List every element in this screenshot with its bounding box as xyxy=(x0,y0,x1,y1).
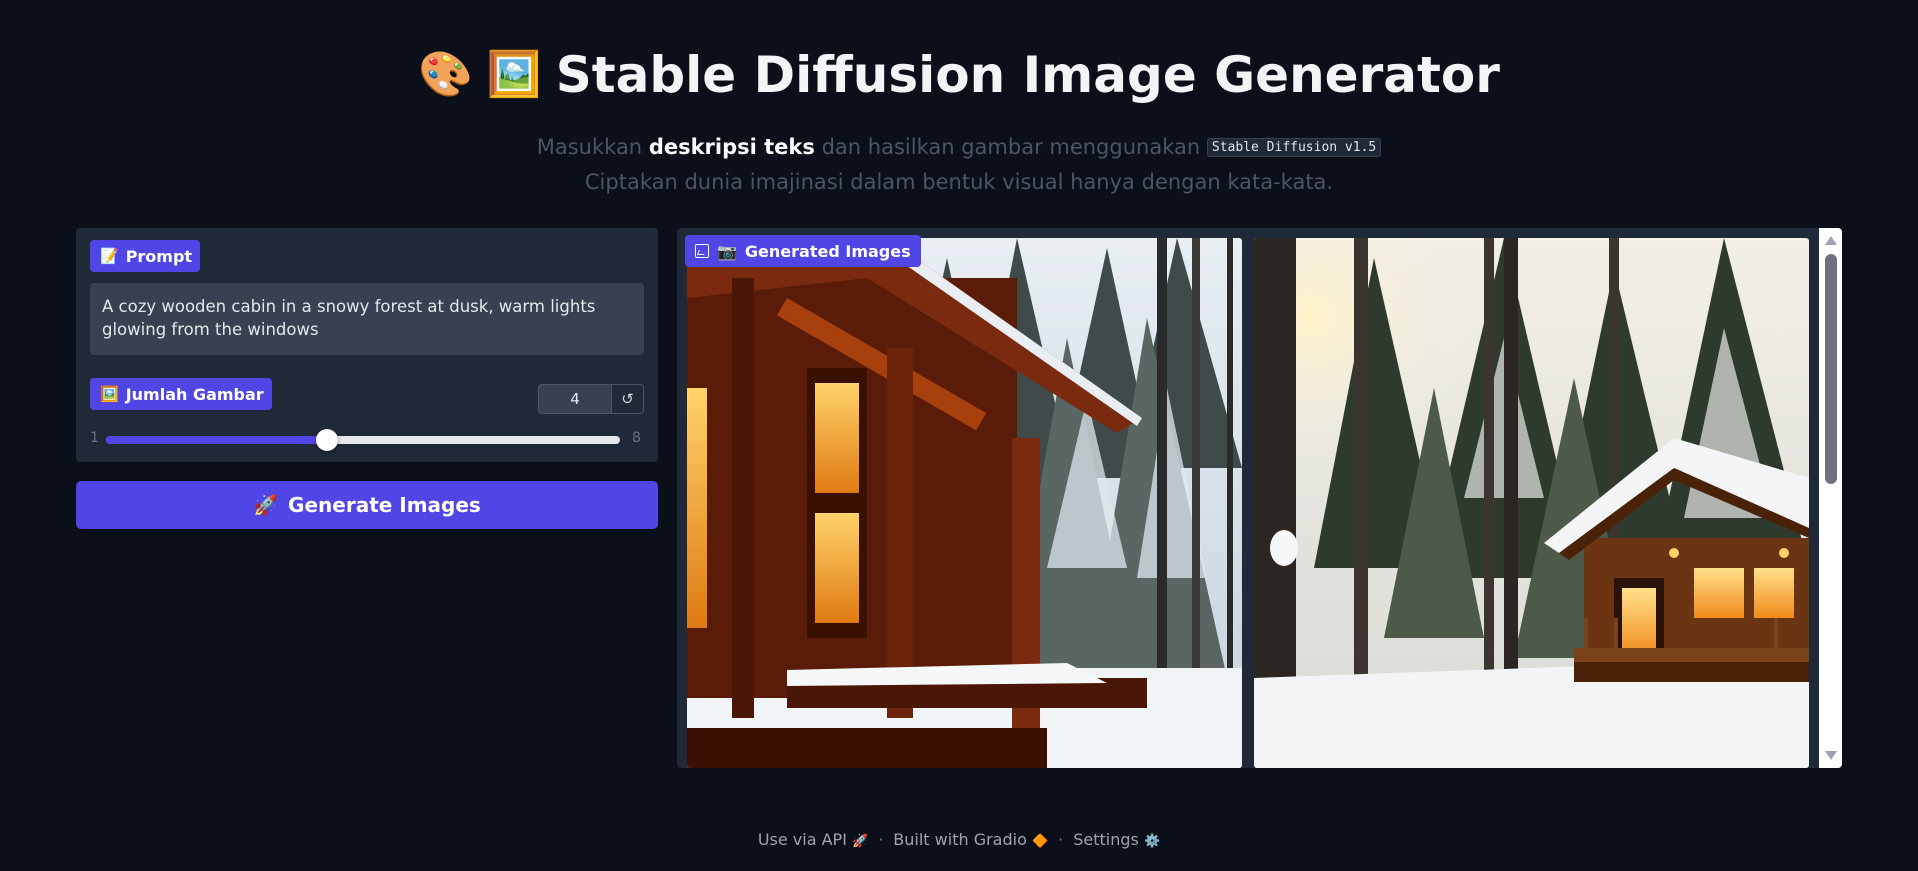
image-count-slider[interactable] xyxy=(106,429,620,451)
slider-fill xyxy=(106,436,328,444)
scroll-up-arrow-icon[interactable] xyxy=(1825,236,1837,245)
slider-min-label: 1 xyxy=(90,430,99,446)
page-title-text: Stable Diffusion Image Generator xyxy=(555,46,1500,104)
rocket-icon: 🚀 xyxy=(253,493,279,517)
page-title: 🎨 🖼️ Stable Diffusion Image Generator xyxy=(0,46,1918,104)
camera-icon: 📷 xyxy=(717,241,737,261)
generated-image-1[interactable] xyxy=(687,238,1242,768)
prompt-label-text: Prompt xyxy=(125,246,193,266)
rocket-icon: 🚀 xyxy=(852,834,869,849)
picture-icon: 🖼️ xyxy=(486,49,542,100)
subtitle-bold: deskripsi teks xyxy=(648,135,815,159)
footer-separator: · xyxy=(1058,830,1064,849)
controls-panel: 📝 Prompt A cozy wooden cabin in a snowy … xyxy=(76,228,658,462)
generate-button[interactable]: 🚀 Generate Images xyxy=(76,481,658,529)
app-root: 🎨 🖼️ Stable Diffusion Image Generator Ma… xyxy=(0,0,1918,871)
generated-image-2[interactable] xyxy=(1254,238,1809,768)
use-via-api-label: Use via API xyxy=(757,830,847,849)
scroll-down-arrow-icon[interactable] xyxy=(1825,751,1837,760)
image-count-label: 🖼️ Jumlah Gambar xyxy=(90,378,272,410)
subtitle-prefix: Masukkan xyxy=(536,135,643,159)
cabin-porch-image xyxy=(687,238,1242,768)
built-with-gradio-label: Built with Gradio xyxy=(893,830,1027,849)
gradio-logo-icon: 🔶 xyxy=(1031,834,1049,849)
picture-icon: 🖼️ xyxy=(100,385,119,403)
gear-icon: ⚙️ xyxy=(1143,834,1161,849)
scroll-thumb[interactable] xyxy=(1825,254,1837,484)
image-icon xyxy=(695,244,709,258)
use-via-api-link[interactable]: Use via API 🚀 xyxy=(758,830,868,849)
image-count-label-text: Jumlah Gambar xyxy=(125,384,264,404)
settings-link[interactable]: Settings ⚙️ xyxy=(1073,830,1160,849)
image-count-number-field: 4 ↺ xyxy=(538,384,644,414)
image-gallery: 📷 Generated Images xyxy=(677,228,1842,768)
subtitle-middle: dan hasilkan gambar menggunakan xyxy=(821,135,1201,159)
image-count-input[interactable]: 4 xyxy=(539,385,611,413)
footer-separator: · xyxy=(878,830,884,849)
memo-icon: 📝 xyxy=(100,247,119,265)
prompt-textarea[interactable]: A cozy wooden cabin in a snowy forest at… xyxy=(90,283,644,355)
slider-max-label: 8 xyxy=(632,430,641,446)
subtitle-line-2: Ciptakan dunia imajinasi dalam bentuk vi… xyxy=(584,170,1334,194)
gallery-scrollbar[interactable] xyxy=(1819,228,1842,768)
generate-button-label: Generate Images xyxy=(288,493,481,517)
gallery-label: 📷 Generated Images xyxy=(685,235,921,267)
prompt-label: 📝 Prompt xyxy=(90,240,201,272)
palette-icon: 🎨 xyxy=(418,49,473,100)
reset-icon[interactable]: ↺ xyxy=(611,385,643,413)
slider-thumb[interactable] xyxy=(316,429,339,451)
cabin-forest-image xyxy=(1254,238,1809,768)
gallery-label-text: Generated Images xyxy=(744,241,911,261)
settings-label: Settings xyxy=(1073,830,1139,849)
page-subtitle: Masukkan deskripsi teks dan hasilkan gam… xyxy=(0,130,1918,199)
footer: Use via API 🚀 · Built with Gradio 🔶 · Se… xyxy=(0,830,1918,849)
built-with-gradio-link[interactable]: Built with Gradio 🔶 xyxy=(893,830,1048,849)
model-code: Stable Diffusion v1.5 xyxy=(1206,138,1382,157)
